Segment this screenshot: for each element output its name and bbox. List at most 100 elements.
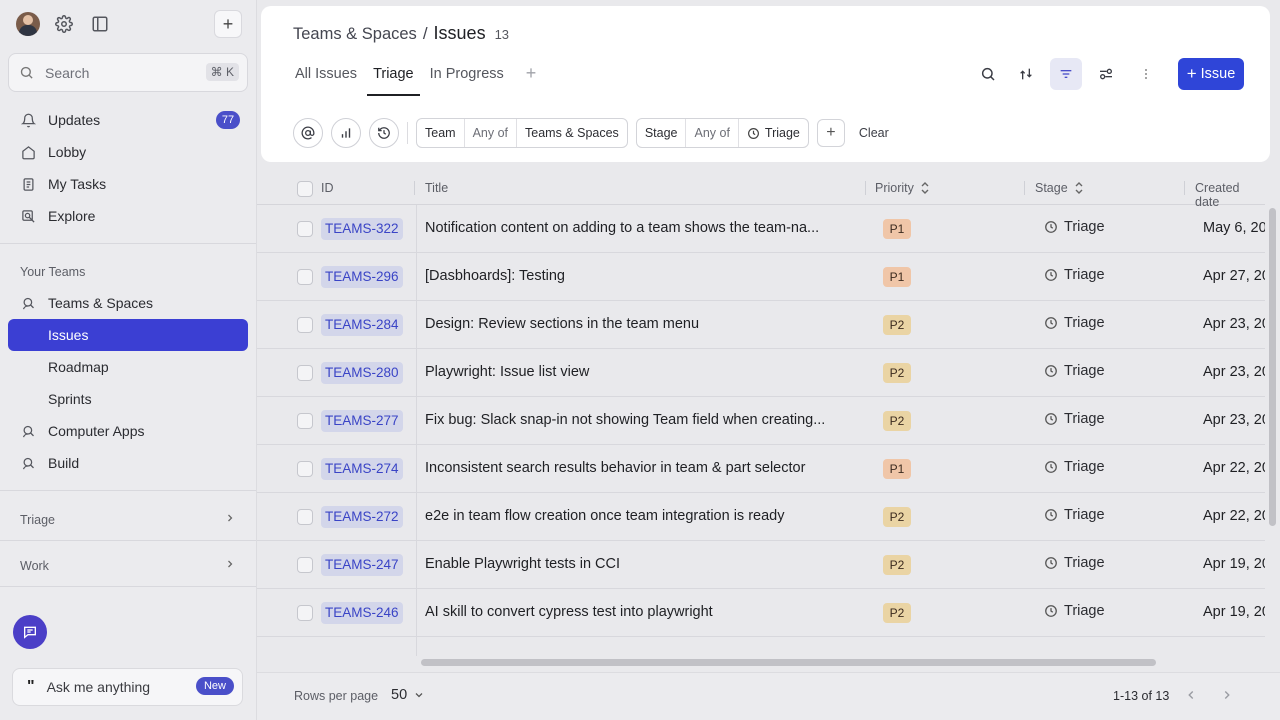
tab-in-progress[interactable]: In Progress <box>430 64 504 96</box>
column-header-stage[interactable]: Stage <box>1035 181 1084 195</box>
section-triage[interactable]: Triage <box>20 512 236 527</box>
column-resize-handle[interactable] <box>1024 181 1025 195</box>
priority-badge[interactable]: P2 <box>883 411 911 431</box>
stage-cell[interactable]: Triage <box>1044 219 1105 235</box>
row-checkbox[interactable] <box>297 317 313 333</box>
select-all-checkbox[interactable] <box>297 181 313 197</box>
issue-title[interactable]: e2e in team flow creation once team inte… <box>425 508 845 524</box>
row-checkbox[interactable] <box>297 269 313 285</box>
nav-my-tasks[interactable]: My Tasks <box>8 168 248 200</box>
add-filter-button[interactable]: + <box>816 119 845 147</box>
search-input[interactable]: Search ⌘ K <box>8 53 248 92</box>
filter-value[interactable]: Teams & Spaces <box>516 119 627 147</box>
stage-cell[interactable]: Triage <box>1044 507 1105 523</box>
bar-chart-icon[interactable] <box>331 118 361 148</box>
gear-icon[interactable] <box>52 12 76 36</box>
nav-sprints[interactable]: Sprints <box>8 383 248 415</box>
nav-lobby[interactable]: Lobby <box>8 136 248 168</box>
issue-title[interactable]: Playwright: Issue list view <box>425 364 845 380</box>
table-row[interactable]: TEAMS-272 e2e in team flow creation once … <box>257 493 1265 541</box>
ask-input[interactable]: " Ask me anything New <box>12 668 243 706</box>
priority-badge[interactable]: P1 <box>883 219 911 239</box>
new-issue-button[interactable]: + Issue <box>1178 58 1244 90</box>
tab-triage[interactable]: Triage <box>367 64 420 96</box>
row-checkbox[interactable] <box>297 605 313 621</box>
priority-badge[interactable]: P2 <box>883 363 911 383</box>
chat-bubble-icon[interactable] <box>13 615 47 649</box>
stage-cell[interactable]: Triage <box>1044 555 1105 571</box>
issue-title[interactable]: Inconsistent search results behavior in … <box>425 460 845 476</box>
row-checkbox[interactable] <box>297 413 313 429</box>
table-row[interactable]: TEAMS-322 Notification content on adding … <box>257 205 1265 253</box>
row-checkbox[interactable] <box>297 509 313 525</box>
mention-icon[interactable] <box>293 118 323 148</box>
priority-badge[interactable]: P1 <box>883 459 911 479</box>
column-resize-handle[interactable] <box>1184 181 1185 195</box>
filter-operator[interactable]: Any of <box>463 119 516 147</box>
filter-value[interactable]: Triage <box>737 119 808 147</box>
priority-badge[interactable]: P2 <box>883 603 911 623</box>
nav-updates[interactable]: Updates 77 <box>8 104 248 136</box>
settings-sliders-icon[interactable] <box>1090 58 1122 90</box>
filter-operator[interactable]: Any of <box>685 119 737 147</box>
issue-id[interactable]: TEAMS-284 <box>321 314 403 336</box>
next-page-button[interactable] <box>1217 685 1237 705</box>
stage-cell[interactable]: Triage <box>1044 267 1105 283</box>
rows-per-page-select[interactable]: 50 <box>391 687 425 703</box>
search-icon[interactable] <box>972 58 1004 90</box>
create-button[interactable]: + <box>214 10 242 38</box>
avatar[interactable] <box>16 12 40 36</box>
table-row[interactable]: TEAMS-280 Playwright: Issue list view P2 Tr… <box>257 349 1265 397</box>
issue-id[interactable]: TEAMS-277 <box>321 410 403 432</box>
table-row[interactable]: TEAMS-274 Inconsistent search results beh… <box>257 445 1265 493</box>
issue-title[interactable]: AI skill to convert cypress test into pl… <box>425 604 845 620</box>
stage-cell[interactable]: Triage <box>1044 315 1105 331</box>
stage-cell[interactable]: Triage <box>1044 411 1105 427</box>
issue-title[interactable]: Design: Review sections in the team menu <box>425 316 845 332</box>
section-work[interactable]: Work <box>20 558 236 573</box>
issue-title[interactable]: Enable Playwright tests in CCI <box>425 556 845 572</box>
sort-icon[interactable] <box>1010 58 1042 90</box>
priority-badge[interactable]: P2 <box>883 507 911 527</box>
table-row[interactable]: TEAMS-277 Fix bug: Slack snap-in not show… <box>257 397 1265 445</box>
priority-badge[interactable]: P1 <box>883 267 911 287</box>
stage-cell[interactable]: Triage <box>1044 603 1105 619</box>
nav-explore[interactable]: Explore <box>8 200 248 232</box>
issue-title[interactable]: [Dasbhoards]: Testing <box>425 268 845 284</box>
history-icon[interactable] <box>369 118 399 148</box>
table-row[interactable]: TEAMS-247 Enable Playwright tests in CCI P… <box>257 541 1265 589</box>
nav-team-teams-spaces[interactable]: Teams & Spaces <box>8 287 248 319</box>
previous-page-button[interactable] <box>1181 685 1201 705</box>
issue-id[interactable]: TEAMS-274 <box>321 458 403 480</box>
nav-issues[interactable]: Issues <box>8 319 248 351</box>
filter-icon[interactable] <box>1050 58 1082 90</box>
column-resize-handle[interactable] <box>414 181 415 195</box>
tab-all-issues[interactable]: All Issues <box>295 64 357 96</box>
horizontal-scrollbar[interactable] <box>421 659 1156 666</box>
issue-id[interactable]: TEAMS-247 <box>321 554 403 576</box>
filter-chip-stage[interactable]: Stage Any of Triage <box>635 118 809 148</box>
issue-title[interactable]: Notification content on adding to a team… <box>425 220 845 236</box>
column-header-id[interactable]: ID <box>321 181 334 195</box>
row-checkbox[interactable] <box>297 365 313 381</box>
column-header-priority[interactable]: Priority <box>875 181 930 195</box>
priority-badge[interactable]: P2 <box>883 555 911 575</box>
priority-badge[interactable]: P2 <box>883 315 911 335</box>
row-checkbox[interactable] <box>297 557 313 573</box>
breadcrumb-parent[interactable]: Teams & Spaces <box>293 25 417 44</box>
issue-title[interactable]: Fix bug: Slack snap-in not showing Team … <box>425 412 845 428</box>
row-checkbox[interactable] <box>297 221 313 237</box>
column-header-title[interactable]: Title <box>425 181 448 195</box>
row-checkbox[interactable] <box>297 461 313 477</box>
issue-id[interactable]: TEAMS-246 <box>321 602 403 624</box>
add-view-button[interactable]: + <box>526 64 537 96</box>
nav-computer-apps[interactable]: Computer Apps <box>8 415 248 447</box>
nav-roadmap[interactable]: Roadmap <box>8 351 248 383</box>
table-row[interactable]: TEAMS-246 AI skill to convert cypress tes… <box>257 589 1265 637</box>
issue-id[interactable]: TEAMS-322 <box>321 218 403 240</box>
nav-build[interactable]: Build <box>8 447 248 479</box>
vertical-scrollbar[interactable] <box>1269 208 1276 526</box>
clear-filters-button[interactable]: Clear <box>859 126 889 140</box>
table-row[interactable]: TEAMS-284 Design: Review sections in the … <box>257 301 1265 349</box>
more-options-icon[interactable] <box>1130 58 1162 90</box>
